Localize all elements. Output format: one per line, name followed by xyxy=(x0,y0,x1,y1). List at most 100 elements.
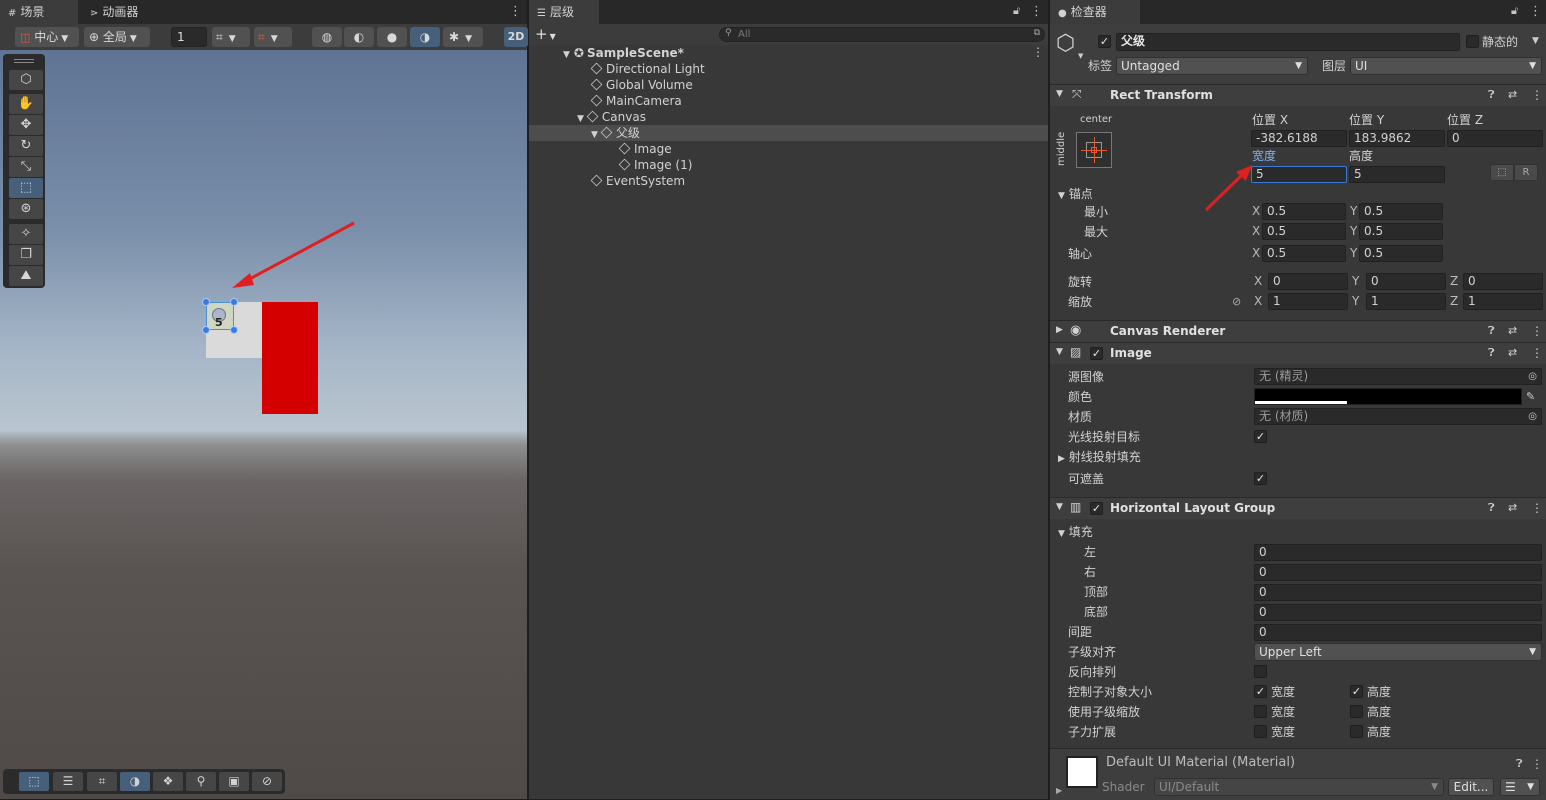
anchor-min-x-field[interactable]: 0.5 xyxy=(1262,203,1346,220)
overlay-align-button[interactable]: ☰ xyxy=(53,772,83,791)
mode-2d-button[interactable]: 2D xyxy=(504,27,528,47)
hlg-header[interactable]: ▼ ▥ ✓ Horizontal Layout Group ❓︎ ⇄ ⋮ xyxy=(1050,497,1546,519)
expand-height-checkbox[interactable] xyxy=(1350,725,1363,738)
pivot-x-field[interactable]: 0.5 xyxy=(1262,245,1346,262)
pivot-mode-dropdown[interactable]: ◫ 中心 ▼ xyxy=(15,27,79,47)
shader-dropdown[interactable]: UI/Default ▼ xyxy=(1154,778,1444,796)
rect-handle-tl[interactable] xyxy=(202,298,210,306)
control-width-checkbox[interactable]: ✓ xyxy=(1254,685,1267,698)
scene-red-image[interactable] xyxy=(262,302,318,414)
expand-arrow-icon[interactable]: ▼ xyxy=(577,114,584,124)
hierarchy-item-image-1[interactable]: Image (1) xyxy=(618,157,692,173)
rect-transform-header[interactable]: ▼ ⤧ Rect Transform ❓︎ ⇄ ⋮ xyxy=(1050,84,1546,106)
scale-tool[interactable]: ⤡ xyxy=(9,157,43,177)
image-enabled-checkbox[interactable]: ✓ xyxy=(1090,347,1103,360)
preset-icon[interactable]: ⇄ xyxy=(1508,346,1517,359)
foldout-arrow-icon[interactable]: ▶ xyxy=(1056,786,1062,795)
increment-snap-button[interactable]: ⌗ ▼ xyxy=(254,27,292,47)
raw-edit-button[interactable]: R xyxy=(1514,164,1538,181)
pivot-rotation-dropdown[interactable]: ⊕ 全局 ▼ xyxy=(84,27,150,47)
tab-animator[interactable]: ⋗ 动画器 xyxy=(82,0,162,24)
pos-z-field[interactable]: 0 xyxy=(1447,130,1543,147)
palette-handle[interactable] xyxy=(14,59,34,63)
expand-width-checkbox[interactable] xyxy=(1254,725,1267,738)
overlay-tool[interactable]: ❐ xyxy=(9,245,43,265)
padding-bottom-field[interactable]: 0 xyxy=(1254,604,1542,621)
object-name-input[interactable]: 父级 xyxy=(1116,33,1460,51)
rect-tool[interactable]: ⬚ xyxy=(9,178,43,198)
help-icon[interactable]: ❓︎ xyxy=(1488,346,1495,360)
anchors-foldout[interactable]: ▼ 锚点 xyxy=(1058,186,1093,204)
width-field[interactable]: 5 xyxy=(1251,166,1347,183)
material-menu-icon[interactable]: ⋮ xyxy=(1531,757,1543,771)
shader-options-button[interactable]: ☰ ▼ xyxy=(1500,778,1540,796)
hierarchy-item-eventsystem[interactable]: EventSystem xyxy=(590,173,685,189)
anchor-preset-button[interactable] xyxy=(1076,132,1112,168)
hierarchy-item-samplescene[interactable]: ▼ ✪ SampleScene* xyxy=(563,45,684,61)
static-checkbox[interactable] xyxy=(1466,35,1479,48)
hierarchy-menu-icon[interactable]: ⋮ xyxy=(1030,4,1043,20)
component-menu-icon[interactable]: ⋮ xyxy=(1531,346,1543,360)
overlay-compass-button[interactable]: ⊘ xyxy=(252,772,282,791)
scale-height-checkbox[interactable] xyxy=(1350,705,1363,718)
debug-draw-dropdown[interactable]: ✱ ▼ xyxy=(443,27,483,47)
spacing-field[interactable]: 0 xyxy=(1254,624,1542,641)
reverse-arrangement-checkbox[interactable] xyxy=(1254,665,1267,678)
tab-hierarchy[interactable]: ☰ 层级 xyxy=(529,0,599,24)
search-filter-icon[interactable]: ⧉ xyxy=(1034,28,1040,38)
pos-x-field[interactable]: -382.6188 xyxy=(1251,130,1347,147)
raycast-target-checkbox[interactable]: ✓ xyxy=(1254,430,1267,443)
expand-arrow-icon[interactable]: ▼ xyxy=(591,130,598,140)
tag-dropdown[interactable]: Untagged ▼ xyxy=(1116,57,1308,75)
object-picker-icon[interactable]: ◎ xyxy=(1528,409,1537,424)
padding-right-field[interactable]: 0 xyxy=(1254,564,1542,581)
overlay-layers-button[interactable]: ❖ xyxy=(153,772,183,791)
lock-icon[interactable]: 🔓︎ xyxy=(1511,4,1518,18)
blueprint-mode-button[interactable]: ⬚ xyxy=(1490,164,1514,181)
pos-y-field[interactable]: 183.9862 xyxy=(1349,130,1445,147)
source-image-field[interactable]: 无 (精灵) ◎ xyxy=(1254,368,1542,385)
hierarchy-item-parent[interactable]: ▼ 父级 xyxy=(591,125,640,141)
preset-icon[interactable]: ⇄ xyxy=(1508,501,1517,514)
rect-handle-br[interactable] xyxy=(230,326,238,334)
overlay-camera-button[interactable]: ▣ xyxy=(219,772,249,791)
grid-snap-button[interactable]: ⌗ ▼ xyxy=(212,27,250,47)
hierarchy-item-canvas[interactable]: ▼ Canvas xyxy=(577,109,646,125)
scene-menu-icon[interactable]: ⋮ xyxy=(509,4,522,20)
pivot-y-field[interactable]: 0.5 xyxy=(1359,245,1443,262)
anchor-min-y-field[interactable]: 0.5 xyxy=(1359,203,1443,220)
rotation-x-field[interactable]: 0 xyxy=(1268,273,1348,290)
tab-inspector[interactable]: ● 检查器 xyxy=(1050,0,1140,24)
control-height-checkbox[interactable]: ✓ xyxy=(1350,685,1363,698)
canvas-renderer-header[interactable]: ▶ ◉ Canvas Renderer ❓︎ ⇄ ⋮ xyxy=(1050,320,1546,342)
hierarchy-item-global-volume[interactable]: Global Volume xyxy=(590,77,693,93)
foldout-arrow-icon[interactable]: ▶ xyxy=(1056,325,1063,335)
image-header[interactable]: ▼ ▨ ✓ Image ❓︎ ⇄ ⋮ xyxy=(1050,342,1546,364)
shading-wireframe-button[interactable]: ◍ xyxy=(312,27,342,47)
help-icon[interactable]: ❓︎ xyxy=(1516,757,1523,771)
shading-unlit-button[interactable]: ● xyxy=(377,27,407,47)
color-field[interactable] xyxy=(1254,388,1522,405)
lighting-tool[interactable]: ⛰ xyxy=(9,266,43,286)
overlay-rect-button[interactable]: ⬚ xyxy=(19,772,49,791)
hierarchy-item-image[interactable]: Image xyxy=(618,141,672,157)
shading-shaded-button[interactable]: ◑ xyxy=(410,27,440,47)
anchor-max-x-field[interactable]: 0.5 xyxy=(1262,223,1346,240)
rect-handle-bl[interactable] xyxy=(202,326,210,334)
hierarchy-search-input[interactable]: ⚲ All ⧉ xyxy=(719,27,1045,42)
rotation-y-field[interactable]: 0 xyxy=(1366,273,1446,290)
scale-width-checkbox[interactable] xyxy=(1254,705,1267,718)
component-menu-icon[interactable]: ⋮ xyxy=(1531,501,1543,515)
anchor-max-y-field[interactable]: 0.5 xyxy=(1359,223,1443,240)
material-field[interactable]: 无 (材质) ◎ xyxy=(1254,408,1542,425)
move-tool[interactable]: ✥ xyxy=(9,115,43,135)
tab-scene[interactable]: # 场景 xyxy=(0,0,78,24)
scale-x-field[interactable]: 1 xyxy=(1268,293,1348,310)
chevron-down-icon[interactable]: ▼ xyxy=(1532,36,1539,46)
material-preview[interactable] xyxy=(1066,756,1098,788)
scene-viewport[interactable] xyxy=(0,50,527,799)
foldout-arrow-icon[interactable]: ▼ xyxy=(1056,347,1063,357)
component-menu-icon[interactable]: ⋮ xyxy=(1531,88,1543,102)
scale-y-field[interactable]: 1 xyxy=(1366,293,1446,310)
scale-link-icon[interactable]: ⊘ xyxy=(1232,295,1241,308)
